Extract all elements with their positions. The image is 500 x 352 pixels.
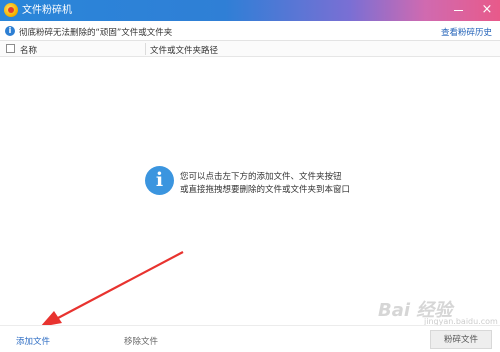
info-notice: 彻底粉碎无法删除的“顽固”文件或文件夹 — [19, 28, 173, 38]
window-title: 文件粉碎机 — [22, 5, 72, 16]
empty-hint-line-1: 您可以点击左下方的添加文件、文件夹按钮 — [180, 172, 342, 182]
column-header-path[interactable]: 文件或文件夹路径 — [150, 44, 218, 56]
title-bar: 文件粉碎机 × — [0, 0, 500, 21]
info-icon: i — [5, 26, 15, 36]
minimize-button[interactable] — [446, 0, 470, 21]
column-header-name[interactable]: 名称 — [20, 44, 37, 56]
minimize-icon — [454, 10, 463, 11]
annotation-arrow-shaft — [57, 251, 184, 319]
shred-file-button[interactable]: 粉碎文件 — [430, 330, 492, 349]
add-file-button[interactable]: 添加文件 — [16, 335, 50, 347]
file-table-header: 名称 文件或文件夹路径 — [0, 41, 500, 57]
info-large-icon: i — [145, 166, 174, 195]
remove-file-button[interactable]: 移除文件 — [124, 335, 158, 347]
close-icon: × — [481, 2, 493, 17]
empty-hint-line-2: 或直接拖拽想要删除的文件或文件夹到本窗口 — [180, 185, 351, 195]
select-all-checkbox[interactable] — [6, 44, 15, 53]
view-history-link[interactable]: 查看粉碎历史 — [441, 26, 492, 38]
column-divider[interactable] — [145, 43, 146, 55]
close-button[interactable]: × — [474, 0, 500, 21]
info-bar: i 彻底粉碎无法删除的“顽固”文件或文件夹 查看粉碎历史 — [0, 21, 500, 41]
bottom-toolbar: 添加文件 移除文件 粉碎文件 — [0, 325, 500, 352]
app-logo-icon — [4, 3, 18, 17]
empty-state-hint: i 您可以点击左下方的添加文件、文件夹按钮 或直接拖拽想要删除的文件或文件夹到本… — [145, 166, 405, 198]
